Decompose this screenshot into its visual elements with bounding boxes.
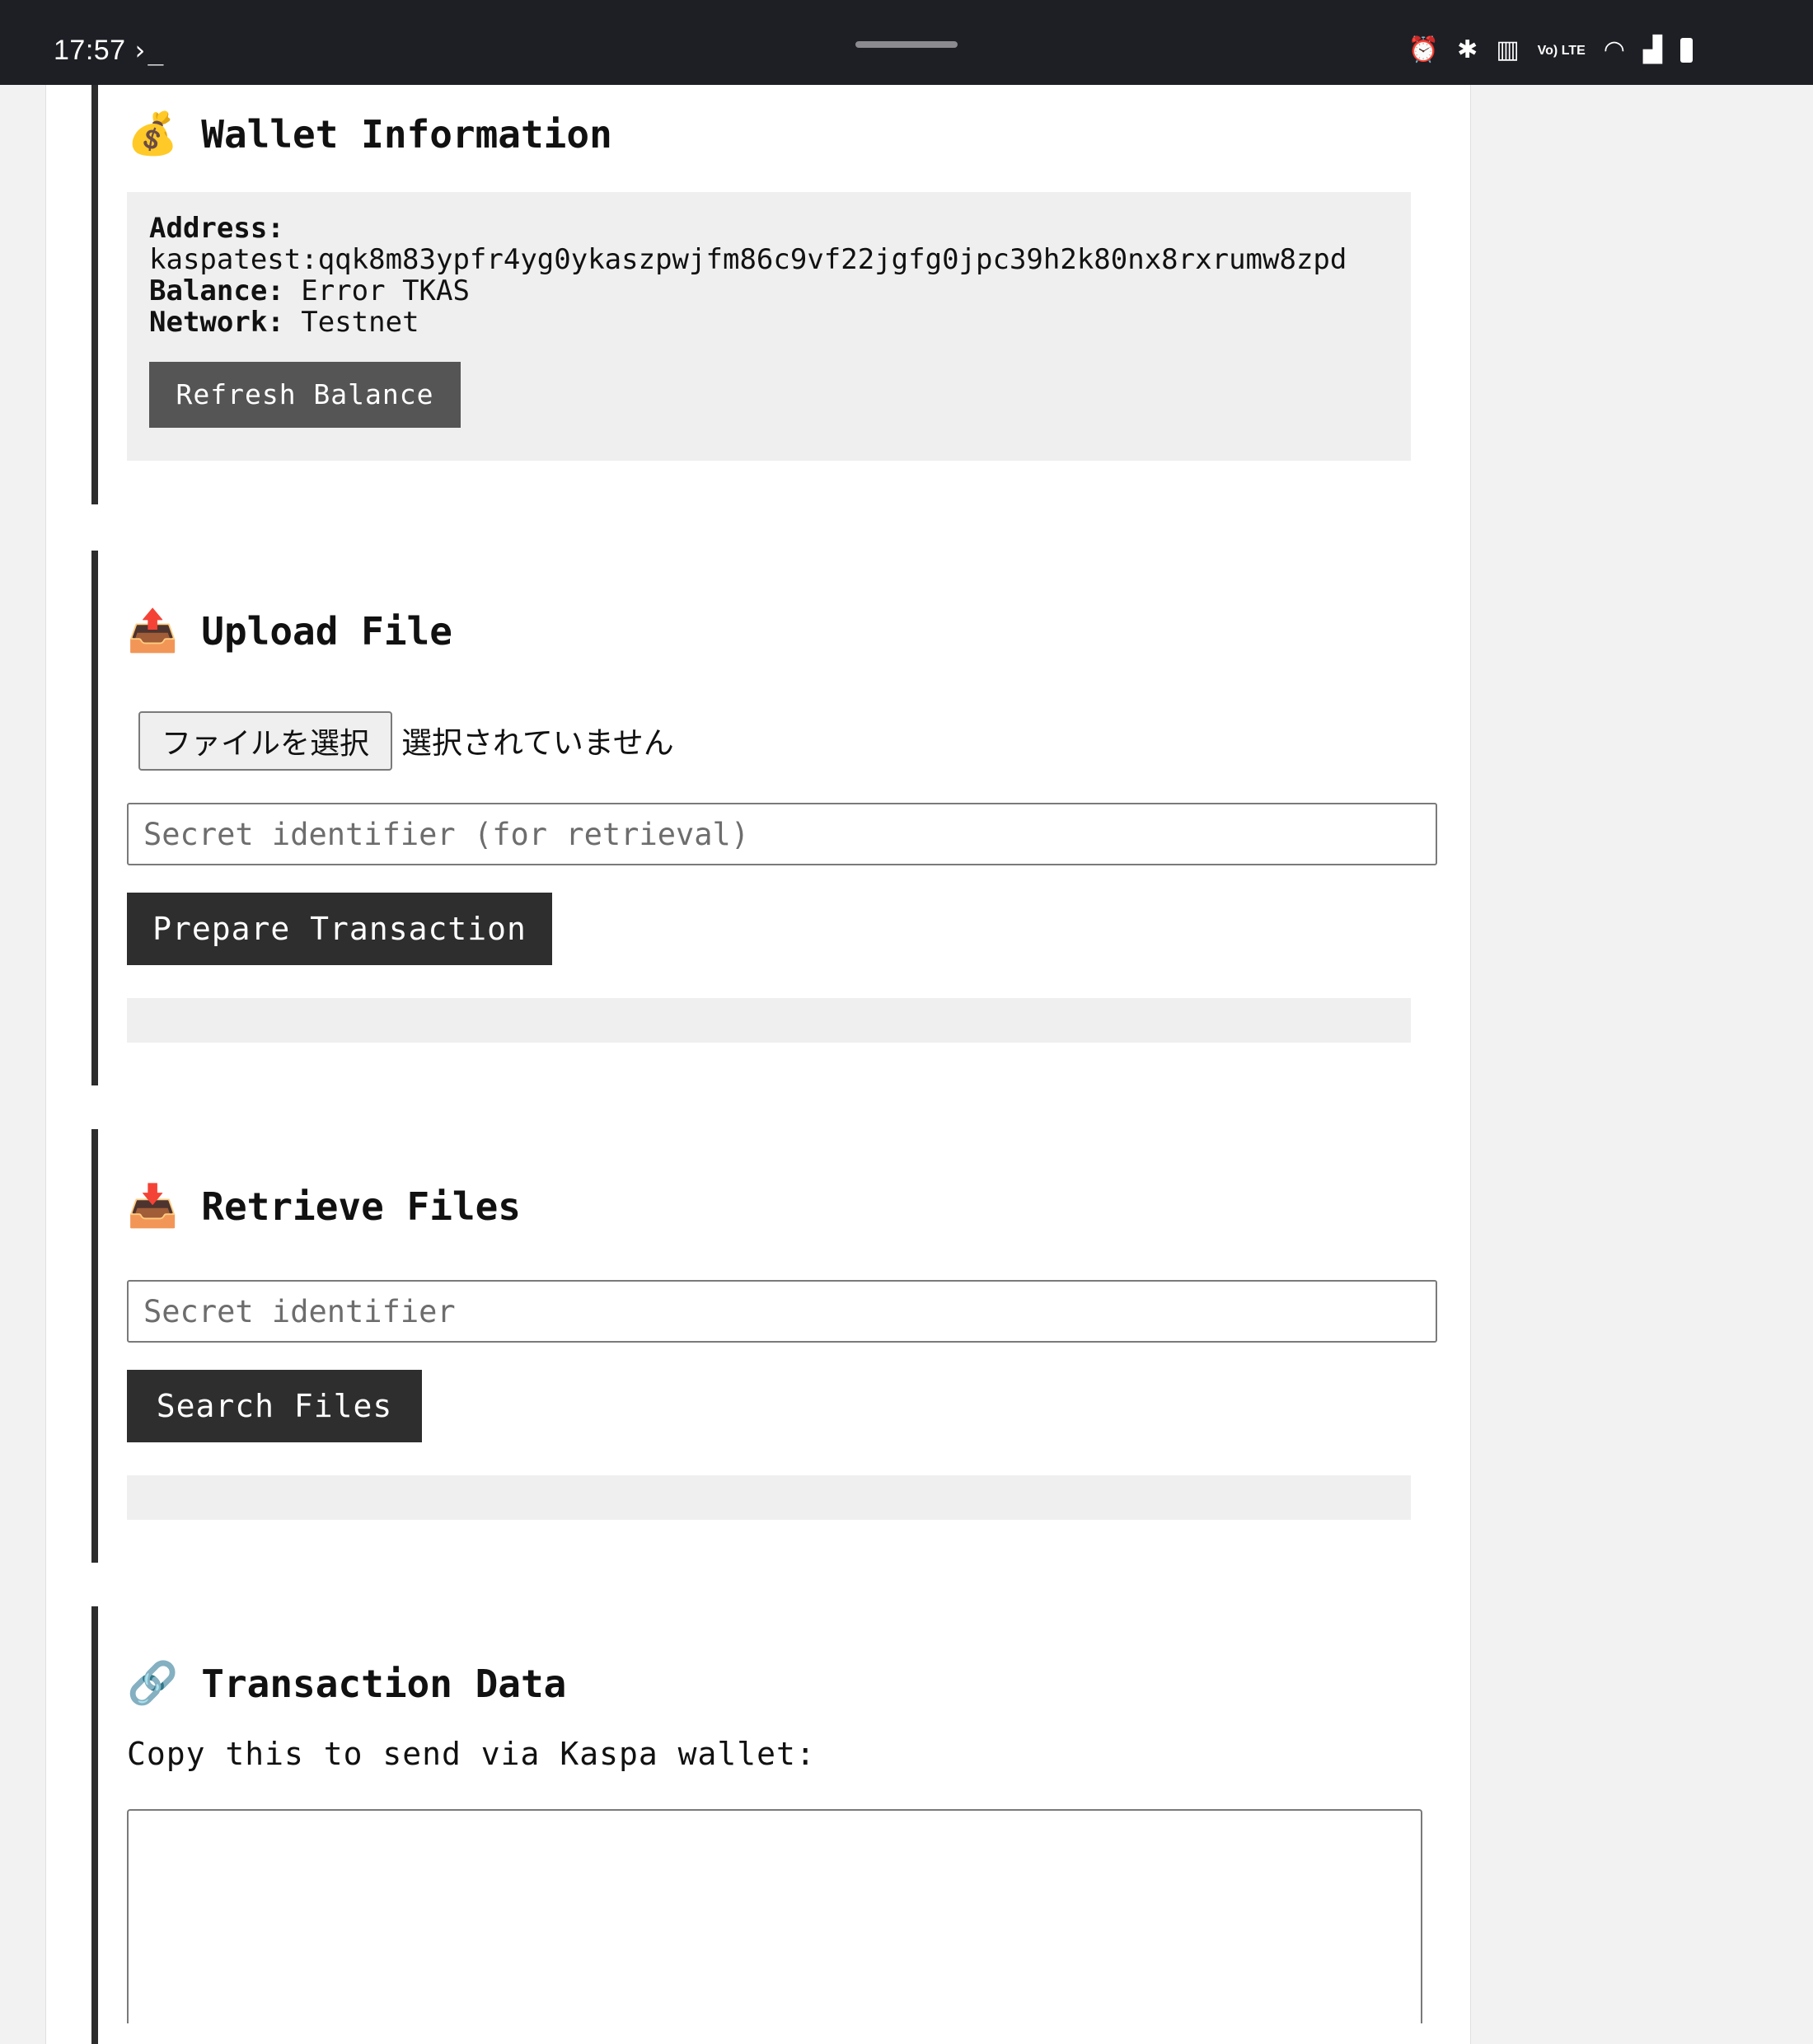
upload-section: 📤 Upload File ファイルを選択 選択されていません Prepare … — [91, 551, 1483, 1085]
wallet-title: Wallet Information — [201, 111, 612, 157]
upload-title: Upload File — [201, 608, 452, 654]
vibrate-icon: ▥ — [1496, 36, 1520, 63]
status-bar: 17:57 ›_ ⏰ ✱ ▥ Vo) LTE ◠ ▟ — [0, 0, 1813, 85]
link-icon: 🔗 — [127, 1659, 179, 1707]
retrieve-secret-input[interactable] — [127, 1280, 1437, 1343]
transaction-heading: 🔗 Transaction Data — [127, 1659, 566, 1708]
file-status-text: 選択されていません — [401, 725, 674, 761]
transaction-data-textarea[interactable] — [127, 1809, 1422, 2023]
battery-icon — [1680, 38, 1693, 63]
status-time: 17:57 — [54, 35, 126, 66]
transaction-instruction: Copy this to send via Kaspa wallet: — [127, 1736, 816, 1772]
address-label: Address: — [149, 212, 284, 245]
network-label: Network: — [149, 306, 284, 339]
upload-heading: 📤 Upload File — [127, 607, 452, 655]
status-icons: ⏰ ✱ ▥ Vo) LTE ◠ ▟ — [1408, 36, 1693, 64]
address-value: kaspatest:qqk8m83ypfr4yg0ykaszpwjfm86c9v… — [149, 243, 1347, 276]
transaction-section: 🔗 Transaction Data Copy this to send via… — [91, 1606, 1483, 2044]
wifi-icon: ◠ — [1603, 36, 1625, 63]
terminal-icon: ›_ — [132, 35, 164, 66]
wallet-heading: 💰 Wallet Information — [127, 110, 612, 158]
wallet-info-box: Address: kaspatest:qqk8m83ypfr4yg0ykaszp… — [127, 192, 1411, 461]
address-row: Address: — [149, 213, 284, 244]
wallet-section: 💰 Wallet Information Address: kaspatest:… — [91, 85, 1483, 504]
balance-row: Balance: Error TKAS — [149, 275, 470, 307]
refresh-balance-button[interactable]: Refresh Balance — [149, 362, 461, 428]
upload-tray-icon: 📤 — [127, 607, 179, 654]
retrieve-heading: 📥 Retrieve Files — [127, 1182, 521, 1231]
search-files-button[interactable]: Search Files — [127, 1370, 422, 1442]
prepare-transaction-button[interactable]: Prepare Transaction — [127, 893, 552, 965]
bluetooth-icon: ✱ — [1457, 36, 1478, 63]
signal-icon: ▟ — [1642, 36, 1662, 63]
choose-file-button[interactable]: ファイルを選択 — [138, 711, 392, 771]
alarm-icon: ⏰ — [1408, 36, 1440, 63]
money-bag-icon: 💰 — [127, 110, 179, 157]
balance-value: Error TKAS — [301, 274, 470, 307]
upload-status-bar — [127, 998, 1411, 1043]
network-row: Network: Testnet — [149, 307, 419, 338]
retrieve-section: 📥 Retrieve Files Search Files — [91, 1129, 1483, 1563]
network-value: Testnet — [301, 306, 419, 339]
volte-icon: Vo) LTE — [1537, 43, 1586, 58]
upload-secret-input[interactable] — [127, 803, 1437, 865]
balance-label: Balance: — [149, 274, 284, 307]
page-container: 💰 Wallet Information Address: kaspatest:… — [45, 85, 1471, 2044]
retrieve-results-bar — [127, 1475, 1411, 1520]
inbox-tray-icon: 📥 — [127, 1182, 179, 1230]
drag-handle[interactable] — [855, 41, 958, 48]
retrieve-title: Retrieve Files — [201, 1184, 521, 1229]
transaction-title: Transaction Data — [201, 1661, 567, 1706]
